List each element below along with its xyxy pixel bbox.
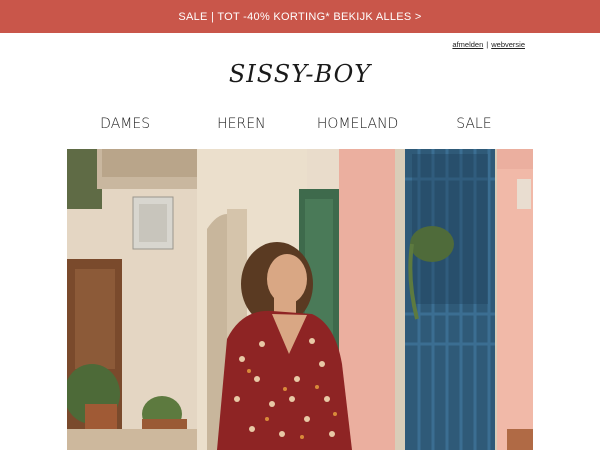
web-version-link[interactable]: webversie [491,40,525,49]
promo-banner[interactable]: SALE | TOT -40% KORTING* BEKIJK ALLES > [0,0,600,33]
promo-text: SALE | TOT -40% KORTING* BEKIJK ALLES > [178,10,422,23]
utility-separator: | [486,40,489,49]
nav-item-heren[interactable]: HEREN [183,116,299,132]
logo-text: SISSY-BOY [228,60,372,88]
main-nav: DAMES HEREN HOMELAND SALE [67,114,532,134]
unsubscribe-link[interactable]: afmelden [452,40,483,49]
hero-image[interactable] [67,149,533,450]
hero-photo [67,149,533,450]
utility-links: afmelden | webversie [452,40,525,49]
nav-item-homeland[interactable]: HOMELAND [300,116,416,132]
nav-item-sale[interactable]: SALE [416,116,532,132]
nav-item-dames[interactable]: DAMES [67,116,183,132]
brand-logo[interactable]: SISSY-BOY [0,60,600,88]
